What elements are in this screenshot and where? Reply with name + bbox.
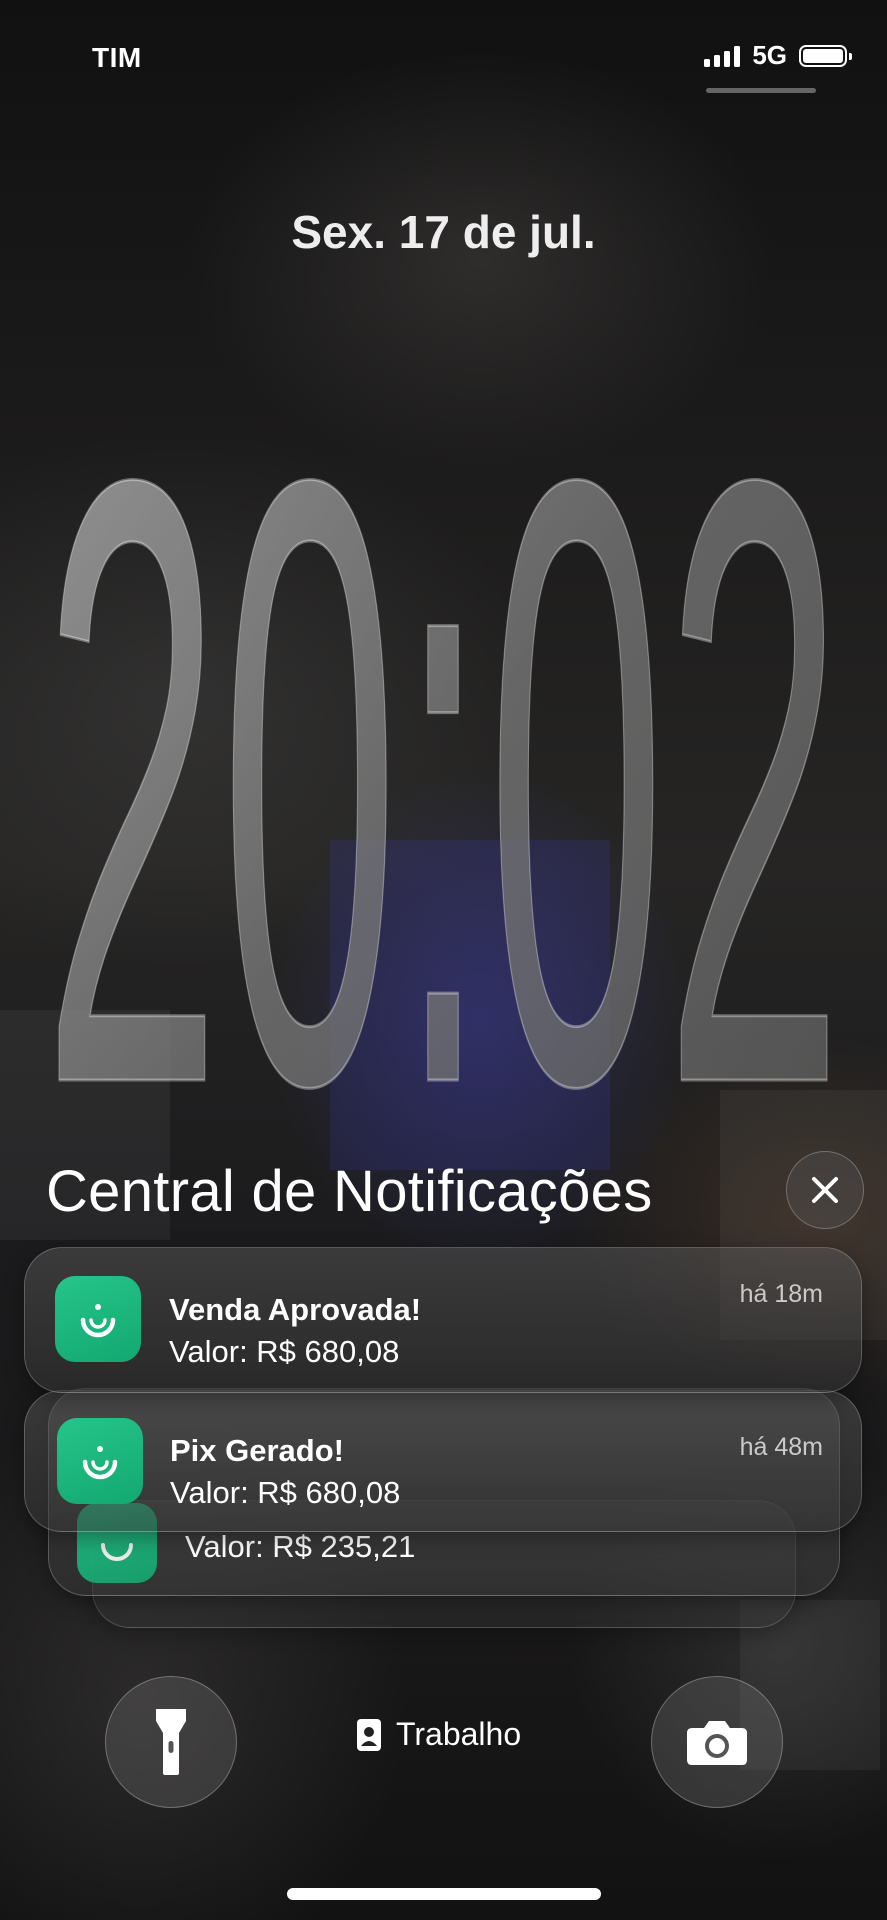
notification-time: há 18m xyxy=(739,1280,823,1308)
lock-clock: 20:02 xyxy=(42,301,845,1121)
notification-body: Valor: R$ 235,21 xyxy=(185,1529,416,1564)
app-logo-icon xyxy=(57,1418,143,1504)
app-logo-icon xyxy=(55,1276,141,1362)
lock-screen: TIM 5G Sex. 17 de jul. 20:02 Central de … xyxy=(0,0,887,1920)
flashlight-icon xyxy=(156,1709,186,1775)
notification-title: Venda Aprovada! xyxy=(169,1292,422,1327)
close-notifications-button[interactable] xyxy=(786,1151,864,1229)
notification-card[interactable]: Venda Aprovada! Valor: R$ 680,08 há 18m xyxy=(24,1247,862,1393)
close-icon xyxy=(812,1177,838,1203)
badge-icon xyxy=(357,1718,381,1751)
notification-title: Pix Gerado! xyxy=(170,1433,344,1468)
notification-card[interactable]: Pix Gerado! Valor: R$ 680,08 há 48m xyxy=(24,1390,862,1532)
flashlight-button[interactable] xyxy=(105,1676,237,1808)
notification-time: há 48m xyxy=(739,1433,823,1461)
notification-body: Valor: R$ 680,08 xyxy=(169,1334,400,1369)
clock-time: 20:02 xyxy=(43,302,843,1120)
focus-mode-label: Trabalho xyxy=(396,1716,522,1752)
home-indicator[interactable] xyxy=(287,1888,601,1900)
camera-button[interactable] xyxy=(651,1676,783,1808)
camera-icon xyxy=(687,1721,747,1765)
focus-mode-indicator[interactable]: Trabalho xyxy=(356,1716,521,1753)
notification-center-title: Central de Notificações xyxy=(46,1159,653,1224)
notification-body: Valor: R$ 680,08 xyxy=(170,1475,401,1510)
